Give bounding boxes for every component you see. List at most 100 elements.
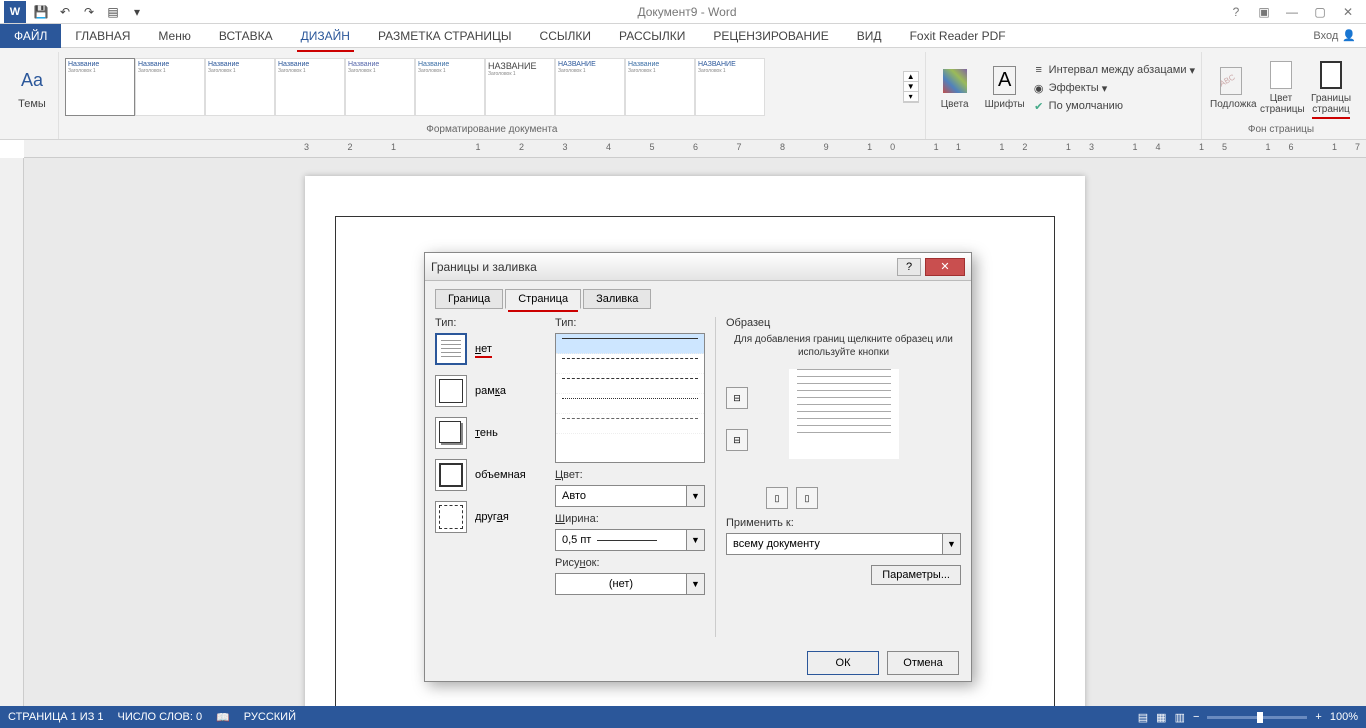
chevron-down-icon[interactable]: ▼: [686, 530, 704, 550]
tab-menu[interactable]: Меню: [144, 25, 204, 47]
save-icon[interactable]: 💾: [30, 1, 52, 23]
status-page[interactable]: СТРАНИЦА 1 ИЗ 1: [8, 711, 104, 723]
view-read-icon[interactable]: ▤: [1138, 711, 1148, 724]
zoom-value[interactable]: 100%: [1330, 711, 1358, 723]
chevron-down-icon[interactable]: ▼: [942, 534, 960, 554]
effects-button[interactable]: ◉Эффекты▾: [1032, 80, 1195, 96]
new-doc-icon[interactable]: ▤: [102, 1, 124, 23]
ruler-vertical[interactable]: [0, 158, 24, 706]
apply-combo[interactable]: всему документу ▼: [726, 533, 961, 555]
edge-left-button[interactable]: ▯: [766, 487, 788, 509]
cancel-button[interactable]: Отмена: [887, 651, 959, 675]
chevron-down-icon[interactable]: ▼: [686, 574, 704, 594]
gallery-down-icon[interactable]: ▼: [904, 82, 918, 92]
dialog-close-icon[interactable]: ✕: [925, 258, 965, 276]
default-button[interactable]: ✔По умолчанию: [1032, 98, 1195, 114]
theme-thumb[interactable]: НазваниеЗаголовок 1: [135, 58, 205, 116]
tab-home[interactable]: ГЛАВНАЯ: [61, 25, 144, 47]
tab-view[interactable]: ВИД: [843, 25, 896, 47]
type-custom[interactable]: другая: [435, 501, 545, 533]
qat-dropdown-icon[interactable]: ▾: [126, 1, 148, 23]
tab-layout[interactable]: РАЗМЕТКА СТРАНИЦЫ: [364, 25, 526, 47]
theme-thumb[interactable]: НазваниеЗаголовок 1: [275, 58, 345, 116]
status-proofing-icon[interactable]: 📖: [216, 711, 230, 724]
type-custom-label: другая: [475, 511, 509, 523]
login-link[interactable]: Вход 👤: [1313, 29, 1366, 42]
zoom-in-icon[interactable]: +: [1315, 711, 1321, 723]
app-icon: W: [4, 1, 26, 23]
params-button[interactable]: Параметры...: [871, 565, 961, 585]
page-color-button[interactable]: Цвет страницы: [1258, 57, 1304, 117]
fonts-label: Шрифты: [984, 99, 1026, 110]
type-3d[interactable]: объемная: [435, 459, 545, 491]
tab-file[interactable]: ФАЙЛ: [0, 24, 61, 48]
edge-top-button[interactable]: ⊟: [726, 387, 748, 409]
gallery-more-icon[interactable]: ▾: [904, 92, 918, 102]
undo-icon[interactable]: ↶: [54, 1, 76, 23]
view-print-icon[interactable]: ▦: [1156, 711, 1166, 724]
quick-access-toolbar: 💾 ↶ ↷ ▤ ▾: [30, 1, 148, 23]
gallery-up-icon[interactable]: ▲: [904, 72, 918, 82]
maximize-icon[interactable]: ▢: [1310, 5, 1330, 19]
dialog-tab-shading[interactable]: Заливка: [583, 289, 651, 309]
close-icon[interactable]: ✕: [1338, 5, 1358, 19]
apply-label: Применить к:: [726, 517, 961, 529]
type-box[interactable]: рамка: [435, 375, 545, 407]
style-item[interactable]: [556, 414, 704, 434]
theme-thumb[interactable]: НАЗВАНИЕЗаголовок 1: [485, 58, 555, 116]
theme-thumb[interactable]: НазваниеЗаголовок 1: [345, 58, 415, 116]
style-item[interactable]: [556, 334, 704, 354]
edge-middle-button[interactable]: ⊟: [726, 429, 748, 451]
type-none[interactable]: нет: [435, 333, 545, 365]
status-words[interactable]: ЧИСЛО СЛОВ: 0: [118, 711, 203, 723]
tab-insert[interactable]: ВСТАВКА: [205, 25, 287, 47]
type-shadow[interactable]: тень: [435, 417, 545, 449]
type-shadow-icon: [435, 417, 467, 449]
themes-button[interactable]: Aa Темы: [12, 64, 52, 110]
theme-thumb[interactable]: НазваниеЗаголовок 1: [205, 58, 275, 116]
chevron-down-icon[interactable]: ▼: [686, 486, 704, 506]
titlebar: W 💾 ↶ ↷ ▤ ▾ Документ9 - Word ? ▣ — ▢ ✕: [0, 0, 1366, 24]
style-item[interactable]: [556, 374, 704, 394]
tab-review[interactable]: РЕЦЕНЗИРОВАНИЕ: [699, 25, 842, 47]
view-web-icon[interactable]: ▥: [1175, 711, 1185, 724]
watermark-button[interactable]: ABC Подложка: [1208, 63, 1254, 112]
theme-thumb[interactable]: НазваниеЗаголовок 1: [65, 58, 135, 116]
art-value: (нет): [556, 574, 686, 594]
dialog-tab-border[interactable]: Граница: [435, 289, 503, 309]
ribbon-toggle-icon[interactable]: ▣: [1254, 5, 1274, 19]
redo-icon[interactable]: ↷: [78, 1, 100, 23]
zoom-slider[interactable]: [1207, 716, 1307, 719]
apply-value: всему документу: [727, 534, 942, 554]
ok-button[interactable]: ОК: [807, 651, 879, 675]
status-lang[interactable]: РУССКИЙ: [244, 711, 296, 723]
dialog-help-icon[interactable]: ?: [897, 258, 921, 276]
style-item[interactable]: [556, 394, 704, 414]
dialog-tab-page[interactable]: Страница: [505, 289, 581, 309]
style-item[interactable]: [556, 354, 704, 374]
minimize-icon[interactable]: —: [1282, 5, 1302, 19]
help-icon[interactable]: ?: [1226, 5, 1246, 19]
page-borders-button[interactable]: Границы страниц: [1308, 57, 1354, 117]
spacing-button[interactable]: ≡Интервал между абзацами▾: [1032, 62, 1195, 78]
theme-thumb[interactable]: НазваниеЗаголовок 1: [415, 58, 485, 116]
tab-foxit[interactable]: Foxit Reader PDF: [896, 25, 1020, 47]
art-combo[interactable]: (нет) ▼: [555, 573, 705, 595]
width-combo[interactable]: 0,5 пт ▼: [555, 529, 705, 551]
theme-thumb[interactable]: НазваниеЗаголовок 1: [625, 58, 695, 116]
style-list[interactable]: [555, 333, 705, 463]
theme-thumb[interactable]: НАЗВАНИЕЗаголовок 1: [555, 58, 625, 116]
color-combo[interactable]: Авто ▼: [555, 485, 705, 507]
fonts-button[interactable]: A Шрифты: [982, 63, 1028, 112]
zoom-out-icon[interactable]: −: [1193, 711, 1199, 723]
edge-right-button[interactable]: ▯: [796, 487, 818, 509]
tab-design[interactable]: ДИЗАЙН: [287, 25, 364, 47]
theme-gallery[interactable]: НазваниеЗаголовок 1 НазваниеЗаголовок 1 …: [65, 58, 899, 116]
ruler-horizontal[interactable]: 3 2 1 1 2 3 4 5 6 7 8 9 10 11 12 13 14 1…: [24, 140, 1366, 158]
preview-page[interactable]: [789, 369, 899, 459]
tab-mailings[interactable]: РАССЫЛКИ: [605, 25, 699, 47]
theme-thumb[interactable]: НАЗВАНИЕЗаголовок 1: [695, 58, 765, 116]
tab-references[interactable]: ССЫЛКИ: [526, 25, 605, 47]
dialog-titlebar[interactable]: Границы и заливка ? ✕: [425, 253, 971, 281]
colors-button[interactable]: Цвета: [932, 63, 978, 112]
